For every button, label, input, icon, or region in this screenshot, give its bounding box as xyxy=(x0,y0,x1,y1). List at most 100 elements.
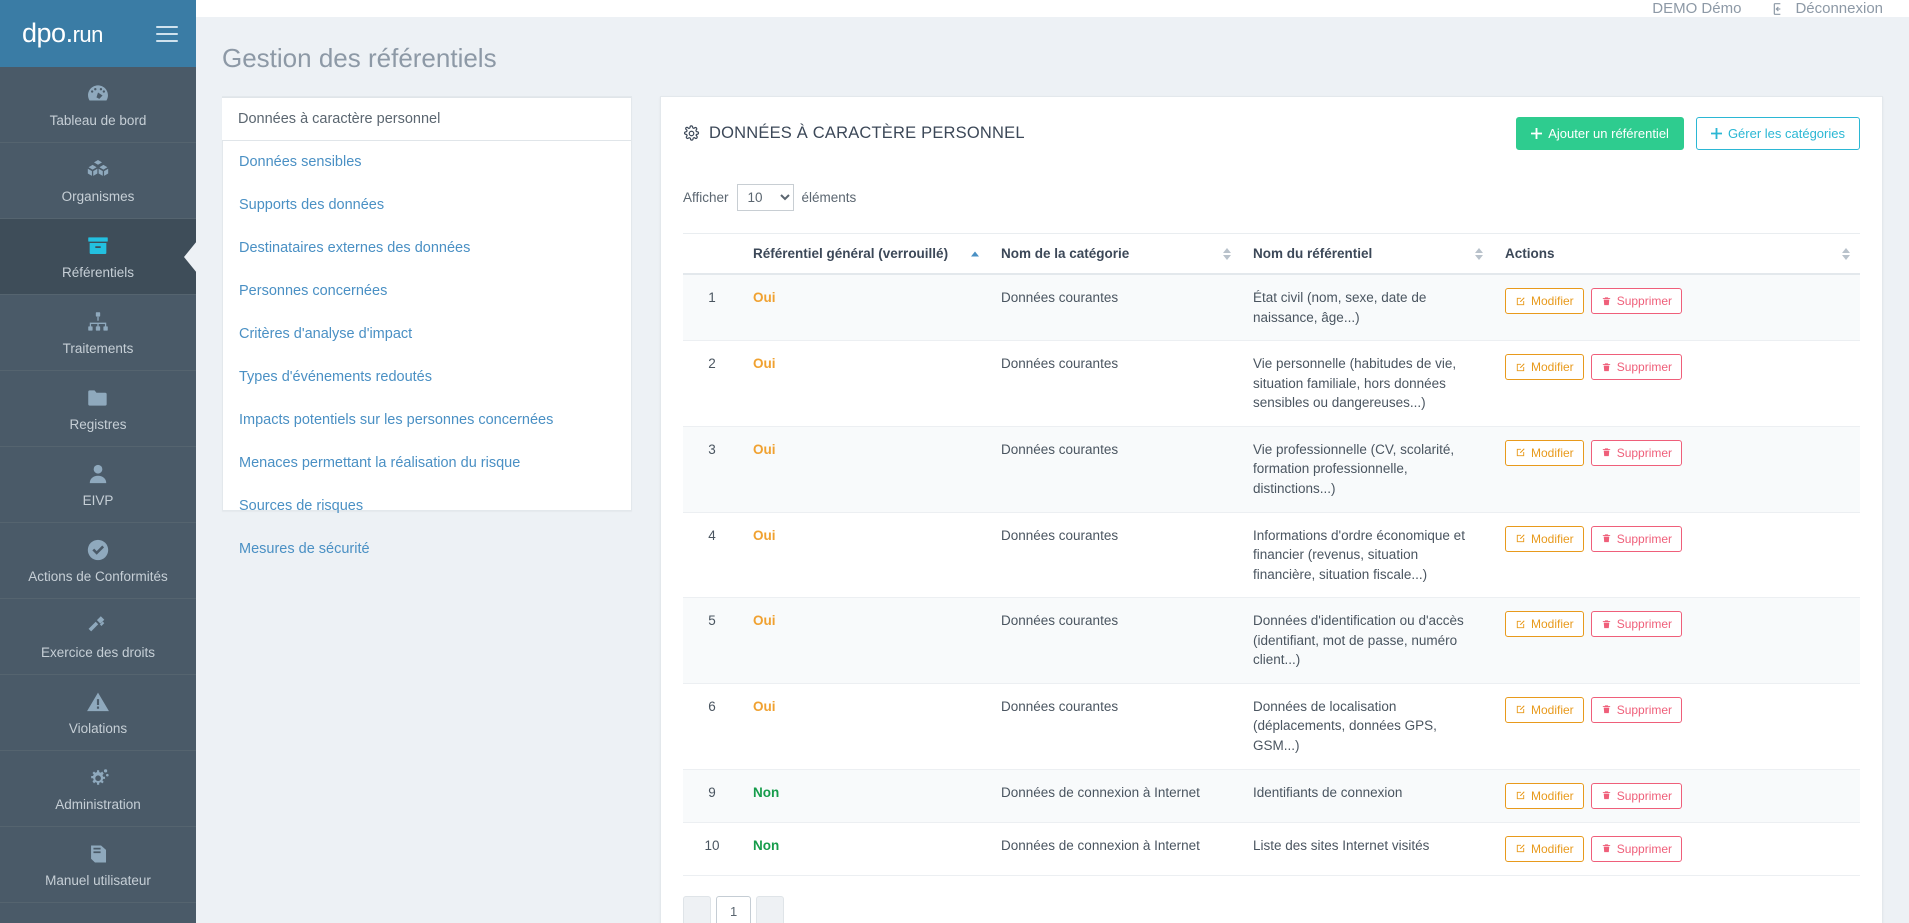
row-index: 6 xyxy=(683,683,741,770)
delete-button[interactable]: Supprimer xyxy=(1590,288,1683,314)
logout-button[interactable]: Déconnexion xyxy=(1771,0,1883,17)
pagination-page-1[interactable]: 1 xyxy=(716,895,752,923)
app-logo[interactable]: dpo.run xyxy=(22,20,103,47)
panel-header: DONNÉES À CARACTÈRE PERSONNEL Ajouter un… xyxy=(661,97,1882,168)
row-category: Données courantes xyxy=(989,274,1241,342)
edit-button[interactable]: Modifier xyxy=(1505,288,1584,314)
panel-action-buttons: Ajouter un référentiel Gérer les catégor… xyxy=(1516,117,1860,150)
column-header-nom-categorie[interactable]: Nom de la catégorie xyxy=(989,233,1241,275)
column-header-actions[interactable]: Actions xyxy=(1493,233,1860,275)
sign-out-icon xyxy=(1771,1,1787,17)
gear-icon xyxy=(683,125,700,142)
table-length-control: Afficher 10 25 50 100 éléments xyxy=(683,168,1860,233)
row-category: Données courantes xyxy=(989,597,1241,684)
list-item-criteres-analyse-impact[interactable]: Critères d'analyse d'impact xyxy=(223,313,631,356)
list-item-label: Destinataires externes des données xyxy=(239,240,471,256)
edit-button[interactable]: Modifier xyxy=(1505,354,1584,381)
length-prefix-label: Afficher xyxy=(683,190,729,205)
list-item-label: Critères d'analyse d'impact xyxy=(239,326,413,342)
edit-button[interactable]: Modifier xyxy=(1505,696,1584,723)
delete-button[interactable]: Supprimer xyxy=(1590,525,1683,552)
add-referential-button[interactable]: Ajouter un référentiel xyxy=(1516,117,1684,150)
sidebar-item-tableau-de-bord[interactable]: Tableau de bord xyxy=(0,67,196,143)
pencil-square-icon xyxy=(1515,447,1526,458)
table-row: 9 Non Données de connexion à Internet Ident… xyxy=(683,769,1860,823)
pencil-square-icon xyxy=(1515,790,1526,801)
row-category: Données courantes xyxy=(989,426,1241,513)
edit-button[interactable]: Modifier xyxy=(1505,835,1584,862)
length-suffix-label: éléments xyxy=(801,190,857,205)
logo-dot: . xyxy=(65,18,74,48)
edit-button[interactable]: Modifier xyxy=(1505,525,1584,552)
list-item-label: Sources de risques xyxy=(239,498,364,514)
column-header-index[interactable] xyxy=(683,233,741,275)
pagination-next[interactable] xyxy=(756,895,785,923)
list-item-sources-de-risques[interactable]: Sources de risques xyxy=(223,485,631,528)
trash-icon xyxy=(1601,296,1612,307)
sidebar-item-referentiels[interactable]: Référentiels xyxy=(0,219,196,295)
row-actions: Modifier Supprimer xyxy=(1493,822,1860,876)
panel-title-label: DONNÉES À CARACTÈRE PERSONNEL xyxy=(709,124,1025,142)
table-row: 5 Oui Données courantes Données d'identific… xyxy=(683,597,1860,684)
table-body: 1 Oui Données courantes État civil (nom, se… xyxy=(683,274,1860,876)
sidebar-item-traitements[interactable]: Traitements xyxy=(0,295,196,371)
pencil-square-icon xyxy=(1515,296,1526,307)
logout-label: Déconnexion xyxy=(1795,0,1883,17)
sidebar-item-violations[interactable]: Violations xyxy=(0,675,196,751)
edit-button[interactable]: Modifier xyxy=(1505,439,1584,466)
manage-categories-button[interactable]: Gérer les catégories xyxy=(1695,117,1860,150)
current-user-link[interactable]: DEMO Démo xyxy=(1652,0,1741,17)
list-item-personnes-concernees[interactable]: Personnes concernées xyxy=(223,270,631,313)
edit-label: Modifier xyxy=(1531,360,1574,375)
sidebar-item-registres[interactable]: Registres xyxy=(0,371,196,447)
list-item-donnees-a-caractere-personnel[interactable]: Données à caractère personnel xyxy=(222,97,631,141)
delete-button[interactable]: Supprimer xyxy=(1590,439,1683,466)
sidebar-item-exercice-des-droits[interactable]: Exercice des droits xyxy=(0,599,196,675)
list-item-supports-des-donnees[interactable]: Supports des données xyxy=(223,184,631,227)
hamburger-icon[interactable] xyxy=(156,21,178,47)
sidebar-item-label: Registres xyxy=(69,417,127,432)
row-index: 10 xyxy=(683,822,741,876)
delete-button[interactable]: Supprimer xyxy=(1590,696,1683,723)
list-item-label: Supports des données xyxy=(239,197,385,213)
top-bar: DEMO Démo Déconnexion xyxy=(196,0,1909,17)
edit-label: Modifier xyxy=(1531,531,1574,546)
delete-button[interactable]: Supprimer xyxy=(1590,782,1683,809)
list-item-mesures-de-securite[interactable]: Mesures de sécurité xyxy=(223,528,631,571)
edit-label: Modifier xyxy=(1531,617,1574,632)
list-item-donnees-sensibles[interactable]: Données sensibles xyxy=(223,141,631,184)
list-item-label: Types d'événements redoutés xyxy=(239,369,432,385)
row-category: Données courantes xyxy=(989,512,1241,599)
list-item-menaces-realisation-risque[interactable]: Menaces permettant la réalisation du ris… xyxy=(223,442,631,485)
list-item-impacts-potentiels[interactable]: Impacts potentiels sur les personnes con… xyxy=(223,399,631,442)
page-length-select[interactable]: 10 25 50 100 xyxy=(736,184,794,211)
sidebar-nav: Tableau de bord Organismes Référentiels … xyxy=(0,67,196,923)
dashboard-gauge-icon xyxy=(85,81,111,107)
sidebar-item-organismes[interactable]: Organismes xyxy=(0,143,196,219)
sidebar-item-actions-de-conformites[interactable]: Actions de Conformités xyxy=(0,523,196,599)
column-header-nom-referentiel[interactable]: Nom du référentiel xyxy=(1241,233,1493,275)
delete-button[interactable]: Supprimer xyxy=(1590,835,1683,862)
table-row: 10 Non Données de connexion à Internet List… xyxy=(683,822,1860,876)
sidebar-item-administration[interactable]: Administration xyxy=(0,751,196,827)
referential-panel: DONNÉES À CARACTÈRE PERSONNEL Ajouter un… xyxy=(660,96,1883,923)
list-item-destinataires-externes[interactable]: Destinataires externes des données xyxy=(223,227,631,270)
delete-button[interactable]: Supprimer xyxy=(1590,354,1683,381)
sidebar-item-manuel-utilisateur[interactable]: Manuel utilisateur xyxy=(0,827,196,903)
edit-button[interactable]: Modifier xyxy=(1505,782,1584,809)
row-referentiel-general: Oui xyxy=(741,683,989,770)
sitemap-icon xyxy=(85,309,111,335)
pagination-previous[interactable] xyxy=(683,895,711,923)
list-item-types-evenements-redoutes[interactable]: Types d'événements redoutés xyxy=(223,356,631,399)
sidebar-item-eivp[interactable]: EIVP xyxy=(0,447,196,523)
book-icon xyxy=(85,841,111,867)
row-referentiel-general: Oui xyxy=(741,340,989,427)
sidebar-item-label: Manuel utilisateur xyxy=(45,873,151,888)
content-wrapper: Données à caractère personnel Données se… xyxy=(196,74,1909,923)
column-header-referentiel-general[interactable]: Référentiel général (verrouillé) xyxy=(741,233,989,275)
row-category: Données de connexion à Internet xyxy=(989,769,1241,823)
row-referentiel-name: Données d'identification ou d'accès (ide… xyxy=(1241,597,1493,684)
delete-button[interactable]: Supprimer xyxy=(1590,611,1683,638)
row-category: Données courantes xyxy=(989,340,1241,427)
edit-button[interactable]: Modifier xyxy=(1505,611,1584,638)
